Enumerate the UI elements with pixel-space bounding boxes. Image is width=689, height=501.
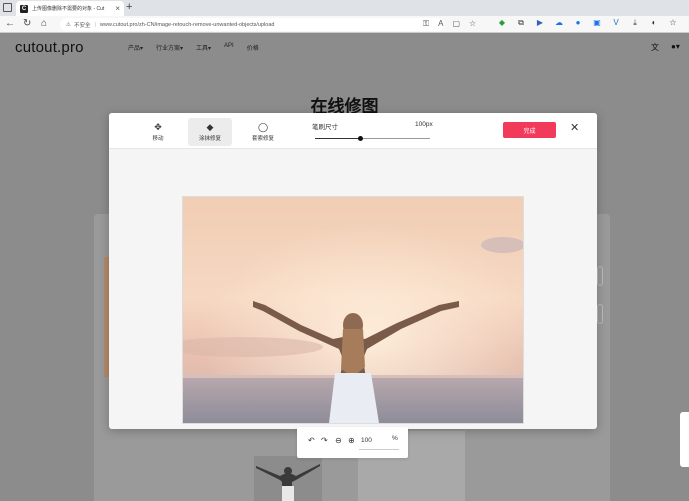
redo-icon[interactable]: ↷ bbox=[321, 436, 328, 446]
tab-title: 上传图像删除不需要的对象 - Cut bbox=[32, 6, 105, 12]
extension-icons: ◆ ⧉ ▶ ☁ ● ▣ V ⤓ ◐ ☆ ⧉ bbox=[497, 18, 689, 28]
user-icon[interactable]: ●▾ bbox=[671, 42, 680, 53]
brush-size-value: 100px bbox=[415, 121, 433, 128]
floating-side-widget[interactable] bbox=[680, 412, 689, 467]
close-icon[interactable]: ✕ bbox=[570, 121, 579, 135]
favorites-icon[interactable]: ☆ bbox=[668, 18, 678, 28]
lasso-icon: ◯ bbox=[257, 122, 269, 132]
site-header: cutout.pro 产品▾ 行业方案▾ 工具▾ API 价格 文 ●▾ bbox=[0, 34, 689, 64]
tool-move-label: 移动 bbox=[152, 136, 164, 142]
extension-c-icon[interactable]: ◐ bbox=[649, 18, 659, 28]
background-side-control bbox=[597, 266, 603, 286]
not-secure-label: 不安全 bbox=[73, 22, 91, 29]
zoom-unit: % bbox=[392, 435, 398, 442]
zoom-in-icon[interactable]: ⊕ bbox=[348, 436, 355, 446]
move-icon: ✥ bbox=[154, 122, 162, 132]
url-separator: | bbox=[94, 21, 96, 28]
done-button[interactable]: 完成 bbox=[503, 122, 556, 138]
browser-tab-bar: C 上传图像删除不需要的对象 - Cut × + bbox=[0, 0, 689, 16]
background-side-control bbox=[597, 304, 603, 324]
url-text[interactable]: www.cutout.pro/zh-CN/image-retouch-remov… bbox=[100, 22, 275, 28]
edit-canvas-image[interactable] bbox=[183, 197, 523, 423]
refresh-icon[interactable]: ↻ bbox=[23, 18, 31, 30]
web-page: cutout.pro 产品▾ 行业方案▾ 工具▾ API 价格 文 ●▾ 在线修… bbox=[0, 34, 689, 501]
tool-lasso-repair[interactable]: ◯ 套索修复 bbox=[241, 118, 285, 146]
extension-cloud-icon[interactable]: ☁ bbox=[554, 18, 564, 28]
key-icon[interactable]: ⚿ bbox=[423, 19, 429, 29]
eraser-icon: ◆ bbox=[206, 122, 214, 132]
brush-size-label: 笔刷尺寸 bbox=[312, 124, 338, 131]
tool-lasso-repair-label: 套索修复 bbox=[251, 136, 274, 142]
address-bar-actions: ⚿ A ▢ ☆ bbox=[423, 19, 476, 29]
address-toolbar: ← ↻ ⌂ ⚠ 不安全 | www.cutout.pro/zh-CN/image… bbox=[0, 16, 689, 33]
warning-icon: ⚠ bbox=[66, 21, 71, 28]
site-logo[interactable]: cutout.pro bbox=[15, 39, 84, 56]
extension-v-icon[interactable]: V bbox=[611, 18, 621, 28]
nav-item-api[interactable]: API bbox=[224, 43, 234, 52]
home-icon[interactable]: ⌂ bbox=[41, 18, 47, 30]
undo-icon[interactable]: ↶ bbox=[308, 436, 315, 446]
extension-circle-icon[interactable]: ● bbox=[573, 18, 583, 28]
nav-item-solutions[interactable]: 行业方案▾ bbox=[156, 43, 183, 52]
favorite-star-icon[interactable]: ☆ bbox=[469, 19, 476, 29]
tool-move[interactable]: ✥ 移动 bbox=[136, 118, 180, 146]
extension-collections-icon[interactable]: ⧉ bbox=[516, 18, 526, 28]
zoom-out-icon[interactable]: ⊖ bbox=[335, 436, 342, 446]
header-right: 文 ●▾ bbox=[651, 42, 680, 53]
tool-brush-repair[interactable]: ◆ 涂抹修复 bbox=[188, 118, 232, 146]
editor-toolbar: ✥ 移动 ◆ 涂抹修复 ◯ 套索修复 笔刷尺寸 100px 完成 ✕ bbox=[109, 113, 597, 149]
nav-item-tools[interactable]: 工具▾ bbox=[196, 43, 211, 52]
read-aloud-icon[interactable]: A bbox=[438, 19, 443, 29]
language-icon[interactable]: 文 bbox=[651, 42, 659, 53]
background-preview-image bbox=[254, 456, 322, 501]
extension-arrow-icon[interactable]: ▶ bbox=[535, 18, 545, 28]
browser-tab[interactable]: C 上传图像删除不需要的对象 - Cut × bbox=[16, 1, 124, 16]
nav-item-products[interactable]: 产品▾ bbox=[128, 43, 143, 52]
back-icon[interactable]: ← bbox=[5, 18, 15, 30]
slider-fill bbox=[315, 138, 360, 139]
favicon: C bbox=[20, 4, 28, 13]
brush-size-slider[interactable] bbox=[315, 136, 430, 141]
slider-thumb[interactable] bbox=[357, 136, 363, 141]
extension-green-icon[interactable]: ◆ bbox=[497, 18, 507, 28]
zoom-input-underline bbox=[359, 449, 399, 450]
url-bar[interactable]: ⚠ 不安全 | www.cutout.pro/zh-CN/image-retou… bbox=[60, 18, 445, 31]
zoom-control-bar: ↶ ↷ ⊖ ⊕ 100 % bbox=[297, 427, 408, 458]
window-menu-icon[interactable] bbox=[3, 3, 12, 12]
immersive-reader-icon[interactable]: ▢ bbox=[452, 19, 460, 29]
retouch-editor-modal: ✥ 移动 ◆ 涂抹修复 ◯ 套索修复 笔刷尺寸 100px 完成 ✕ bbox=[109, 113, 597, 429]
tab-close-icon[interactable]: × bbox=[115, 4, 120, 13]
extension-badge-icon[interactable]: ▣ bbox=[592, 18, 602, 28]
extension-download-icon[interactable]: ⤓ bbox=[630, 18, 640, 28]
zoom-input[interactable]: 100 bbox=[361, 437, 372, 444]
nav-item-pricing[interactable]: 价格 bbox=[247, 43, 259, 52]
tool-brush-repair-label: 涂抹修复 bbox=[198, 136, 221, 142]
new-tab-button[interactable]: + bbox=[126, 1, 132, 13]
site-nav: 产品▾ 行业方案▾ 工具▾ API 价格 bbox=[128, 43, 259, 52]
